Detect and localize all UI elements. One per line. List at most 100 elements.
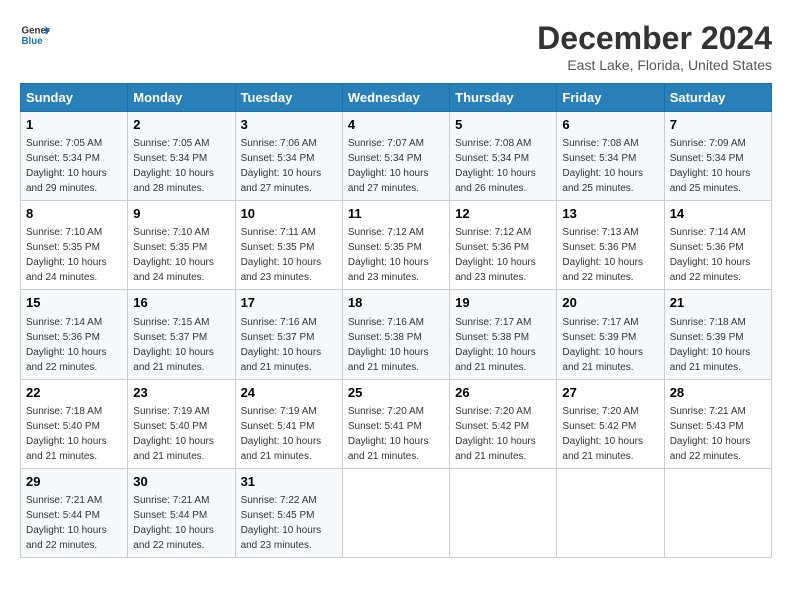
calendar-cell [342,468,449,557]
calendar-cell: 30 Sunrise: 7:21 AM Sunset: 5:44 PM Dayl… [128,468,235,557]
day-number: 4 [348,116,444,134]
day-info: Sunrise: 7:17 AM Sunset: 5:38 PM Dayligh… [455,317,536,373]
calendar-cell: 27 Sunrise: 7:20 AM Sunset: 5:42 PM Dayl… [557,379,664,468]
day-number: 8 [26,205,122,223]
day-number: 3 [241,116,337,134]
day-number: 21 [670,294,766,312]
day-number: 26 [455,384,551,402]
day-info: Sunrise: 7:20 AM Sunset: 5:42 PM Dayligh… [455,406,536,462]
calendar-cell: 22 Sunrise: 7:18 AM Sunset: 5:40 PM Dayl… [21,379,128,468]
header-sunday: Sunday [21,84,128,112]
day-number: 16 [133,294,229,312]
day-number: 20 [562,294,658,312]
day-info: Sunrise: 7:20 AM Sunset: 5:41 PM Dayligh… [348,406,429,462]
day-info: Sunrise: 7:14 AM Sunset: 5:36 PM Dayligh… [26,317,107,373]
calendar-week-2: 8 Sunrise: 7:10 AM Sunset: 5:35 PM Dayli… [21,201,772,290]
calendar-cell: 19 Sunrise: 7:17 AM Sunset: 5:38 PM Dayl… [450,290,557,379]
day-number: 31 [241,473,337,491]
day-number: 23 [133,384,229,402]
day-number: 10 [241,205,337,223]
day-number: 24 [241,384,337,402]
day-info: Sunrise: 7:17 AM Sunset: 5:39 PM Dayligh… [562,317,643,373]
day-info: Sunrise: 7:07 AM Sunset: 5:34 PM Dayligh… [348,138,429,194]
calendar-cell: 12 Sunrise: 7:12 AM Sunset: 5:36 PM Dayl… [450,201,557,290]
day-info: Sunrise: 7:10 AM Sunset: 5:35 PM Dayligh… [26,227,107,283]
calendar-cell: 2 Sunrise: 7:05 AM Sunset: 5:34 PM Dayli… [128,112,235,201]
day-number: 9 [133,205,229,223]
day-number: 5 [455,116,551,134]
calendar-cell [664,468,771,557]
header-thursday: Thursday [450,84,557,112]
day-info: Sunrise: 7:18 AM Sunset: 5:39 PM Dayligh… [670,317,751,373]
day-info: Sunrise: 7:06 AM Sunset: 5:34 PM Dayligh… [241,138,322,194]
calendar-cell: 18 Sunrise: 7:16 AM Sunset: 5:38 PM Dayl… [342,290,449,379]
day-number: 25 [348,384,444,402]
day-number: 13 [562,205,658,223]
calendar-cell: 31 Sunrise: 7:22 AM Sunset: 5:45 PM Dayl… [235,468,342,557]
calendar-table: SundayMondayTuesdayWednesdayThursdayFrid… [20,83,772,558]
calendar-cell: 7 Sunrise: 7:09 AM Sunset: 5:34 PM Dayli… [664,112,771,201]
calendar-cell: 6 Sunrise: 7:08 AM Sunset: 5:34 PM Dayli… [557,112,664,201]
day-info: Sunrise: 7:16 AM Sunset: 5:37 PM Dayligh… [241,317,322,373]
calendar-cell: 4 Sunrise: 7:07 AM Sunset: 5:34 PM Dayli… [342,112,449,201]
day-number: 29 [26,473,122,491]
calendar-cell: 9 Sunrise: 7:10 AM Sunset: 5:35 PM Dayli… [128,201,235,290]
day-info: Sunrise: 7:14 AM Sunset: 5:36 PM Dayligh… [670,227,751,283]
page-title: December 2024 [537,20,772,57]
day-number: 15 [26,294,122,312]
day-info: Sunrise: 7:16 AM Sunset: 5:38 PM Dayligh… [348,317,429,373]
logo-icon: General Blue [20,20,50,50]
day-info: Sunrise: 7:19 AM Sunset: 5:41 PM Dayligh… [241,406,322,462]
calendar-cell: 3 Sunrise: 7:06 AM Sunset: 5:34 PM Dayli… [235,112,342,201]
day-number: 22 [26,384,122,402]
day-info: Sunrise: 7:11 AM Sunset: 5:35 PM Dayligh… [241,227,322,283]
day-number: 7 [670,116,766,134]
day-info: Sunrise: 7:12 AM Sunset: 5:35 PM Dayligh… [348,227,429,283]
calendar-cell: 23 Sunrise: 7:19 AM Sunset: 5:40 PM Dayl… [128,379,235,468]
day-info: Sunrise: 7:21 AM Sunset: 5:44 PM Dayligh… [26,495,107,551]
calendar-week-3: 15 Sunrise: 7:14 AM Sunset: 5:36 PM Dayl… [21,290,772,379]
day-number: 11 [348,205,444,223]
day-number: 18 [348,294,444,312]
calendar-cell: 20 Sunrise: 7:17 AM Sunset: 5:39 PM Dayl… [557,290,664,379]
calendar-cell [557,468,664,557]
day-info: Sunrise: 7:15 AM Sunset: 5:37 PM Dayligh… [133,317,214,373]
day-number: 1 [26,116,122,134]
calendar-cell: 8 Sunrise: 7:10 AM Sunset: 5:35 PM Dayli… [21,201,128,290]
day-info: Sunrise: 7:19 AM Sunset: 5:40 PM Dayligh… [133,406,214,462]
day-info: Sunrise: 7:13 AM Sunset: 5:36 PM Dayligh… [562,227,643,283]
day-number: 17 [241,294,337,312]
title-section: December 2024 East Lake, Florida, United… [537,20,772,73]
day-number: 12 [455,205,551,223]
calendar-cell: 21 Sunrise: 7:18 AM Sunset: 5:39 PM Dayl… [664,290,771,379]
svg-text:Blue: Blue [22,36,44,47]
header-friday: Friday [557,84,664,112]
day-number: 30 [133,473,229,491]
calendar-cell: 28 Sunrise: 7:21 AM Sunset: 5:43 PM Dayl… [664,379,771,468]
calendar-cell: 13 Sunrise: 7:13 AM Sunset: 5:36 PM Dayl… [557,201,664,290]
day-info: Sunrise: 7:05 AM Sunset: 5:34 PM Dayligh… [26,138,107,194]
day-number: 19 [455,294,551,312]
page-subtitle: East Lake, Florida, United States [537,57,772,73]
day-info: Sunrise: 7:08 AM Sunset: 5:34 PM Dayligh… [562,138,643,194]
calendar-cell: 25 Sunrise: 7:20 AM Sunset: 5:41 PM Dayl… [342,379,449,468]
day-info: Sunrise: 7:08 AM Sunset: 5:34 PM Dayligh… [455,138,536,194]
day-info: Sunrise: 7:12 AM Sunset: 5:36 PM Dayligh… [455,227,536,283]
day-info: Sunrise: 7:22 AM Sunset: 5:45 PM Dayligh… [241,495,322,551]
calendar-cell: 15 Sunrise: 7:14 AM Sunset: 5:36 PM Dayl… [21,290,128,379]
header-tuesday: Tuesday [235,84,342,112]
header-saturday: Saturday [664,84,771,112]
day-info: Sunrise: 7:21 AM Sunset: 5:44 PM Dayligh… [133,495,214,551]
day-info: Sunrise: 7:09 AM Sunset: 5:34 PM Dayligh… [670,138,751,194]
logo: General Blue [20,20,50,50]
calendar-cell: 24 Sunrise: 7:19 AM Sunset: 5:41 PM Dayl… [235,379,342,468]
day-number: 28 [670,384,766,402]
header-monday: Monday [128,84,235,112]
page-header: General Blue December 2024 East Lake, Fl… [20,20,772,73]
calendar-week-4: 22 Sunrise: 7:18 AM Sunset: 5:40 PM Dayl… [21,379,772,468]
day-info: Sunrise: 7:05 AM Sunset: 5:34 PM Dayligh… [133,138,214,194]
calendar-cell [450,468,557,557]
calendar-week-5: 29 Sunrise: 7:21 AM Sunset: 5:44 PM Dayl… [21,468,772,557]
calendar-cell: 17 Sunrise: 7:16 AM Sunset: 5:37 PM Dayl… [235,290,342,379]
calendar-cell: 16 Sunrise: 7:15 AM Sunset: 5:37 PM Dayl… [128,290,235,379]
